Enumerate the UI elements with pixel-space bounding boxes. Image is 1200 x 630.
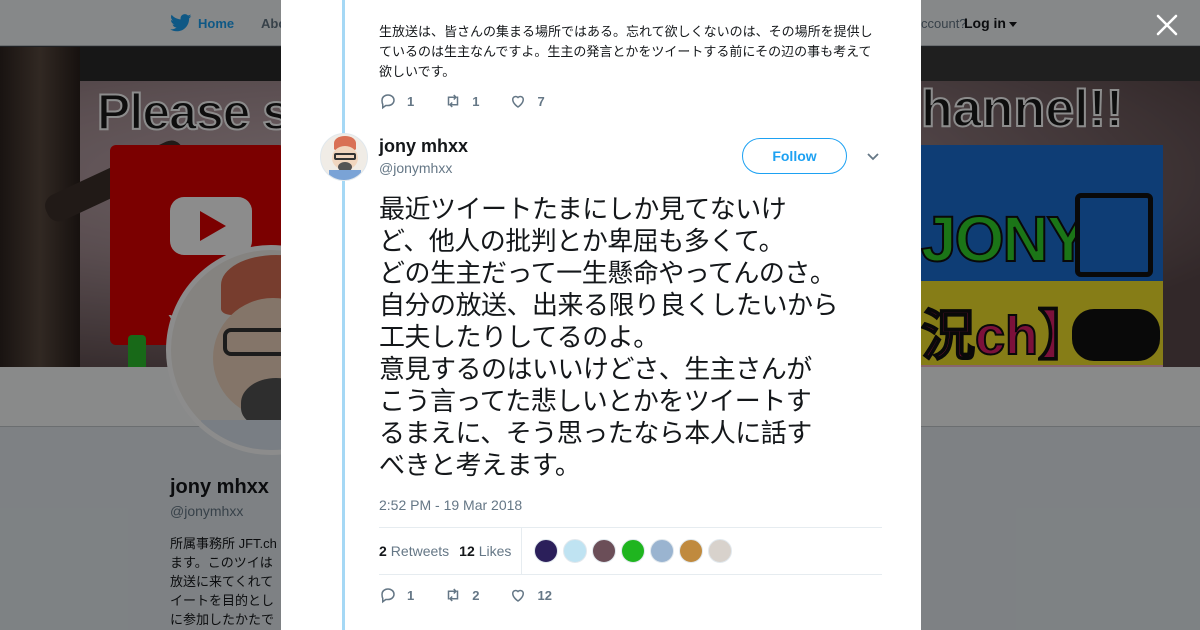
tweet-text: 最近ツイートたまにしか見てないけ ど、他人の批判とか卑屈も多くて。 どの生主だっ… <box>379 195 839 481</box>
retweets-stat-count: 2 <box>379 543 387 559</box>
reply-icon <box>381 94 395 110</box>
tweet-modal: 生放送は、皆さんの集まる場所ではある。忘れて欲しくないのは、その場所を提供してい… <box>281 0 921 630</box>
close-icon[interactable] <box>1154 12 1180 38</box>
author-handle[interactable]: @jonymhxx <box>379 160 452 176</box>
reply-count: 1 <box>407 93 415 109</box>
retweet-count: 2 <box>472 587 480 603</box>
reply-button[interactable]: 1 <box>379 586 414 604</box>
reply-button[interactable]: 1 <box>379 92 414 110</box>
follow-button[interactable]: Follow <box>742 138 847 174</box>
retweets-stat-label: Retweets <box>390 543 450 559</box>
liker-avatar[interactable] <box>534 539 559 563</box>
stats-divider <box>521 527 523 575</box>
liker-avatar[interactable] <box>708 539 733 563</box>
previous-tweet-actions: 1 1 7 <box>379 92 575 110</box>
like-button[interactable]: 7 <box>509 92 545 110</box>
liker-avatar[interactable] <box>621 539 646 563</box>
retweet-icon <box>447 588 459 602</box>
thread-connector-line <box>342 0 345 630</box>
like-button[interactable]: 12 <box>509 586 552 604</box>
tweet-stats: 2 Retweets 12 Likes <box>379 527 882 575</box>
avatar-shirt <box>329 170 361 180</box>
author-name[interactable]: jony mhxx <box>379 136 468 157</box>
heart-icon <box>512 95 525 108</box>
liker-avatar[interactable] <box>592 539 617 563</box>
reply-icon <box>381 588 395 604</box>
like-count: 7 <box>537 93 545 109</box>
retweets-stat[interactable]: 2 Retweets <box>379 543 449 559</box>
chevron-down-icon[interactable] <box>865 148 881 164</box>
liker-avatars <box>534 539 733 563</box>
tweet-timestamp[interactable]: 2:52 PM - 19 Mar 2018 <box>379 497 522 513</box>
likes-stat[interactable]: 12 Likes <box>459 543 511 559</box>
likes-stat-label: Likes <box>478 543 512 559</box>
reply-count: 1 <box>407 587 415 603</box>
avatar-glasses <box>334 153 356 160</box>
retweet-button[interactable]: 1 <box>444 92 479 110</box>
retweet-icon <box>447 94 459 108</box>
liker-avatar[interactable] <box>563 539 588 563</box>
heart-icon <box>512 589 525 602</box>
likes-stat-count: 12 <box>459 543 475 559</box>
previous-tweet-text: 生放送は、皆さんの集まる場所ではある。忘れて欲しくないのは、その場所を提供してい… <box>379 24 873 79</box>
liker-avatar[interactable] <box>650 539 675 563</box>
retweet-count: 1 <box>472 93 480 109</box>
retweet-button[interactable]: 2 <box>444 586 479 604</box>
like-count: 12 <box>537 587 552 603</box>
liker-avatar[interactable] <box>679 539 704 563</box>
tweet-actions: 1 2 12 <box>379 586 582 604</box>
author-avatar[interactable] <box>320 133 368 181</box>
